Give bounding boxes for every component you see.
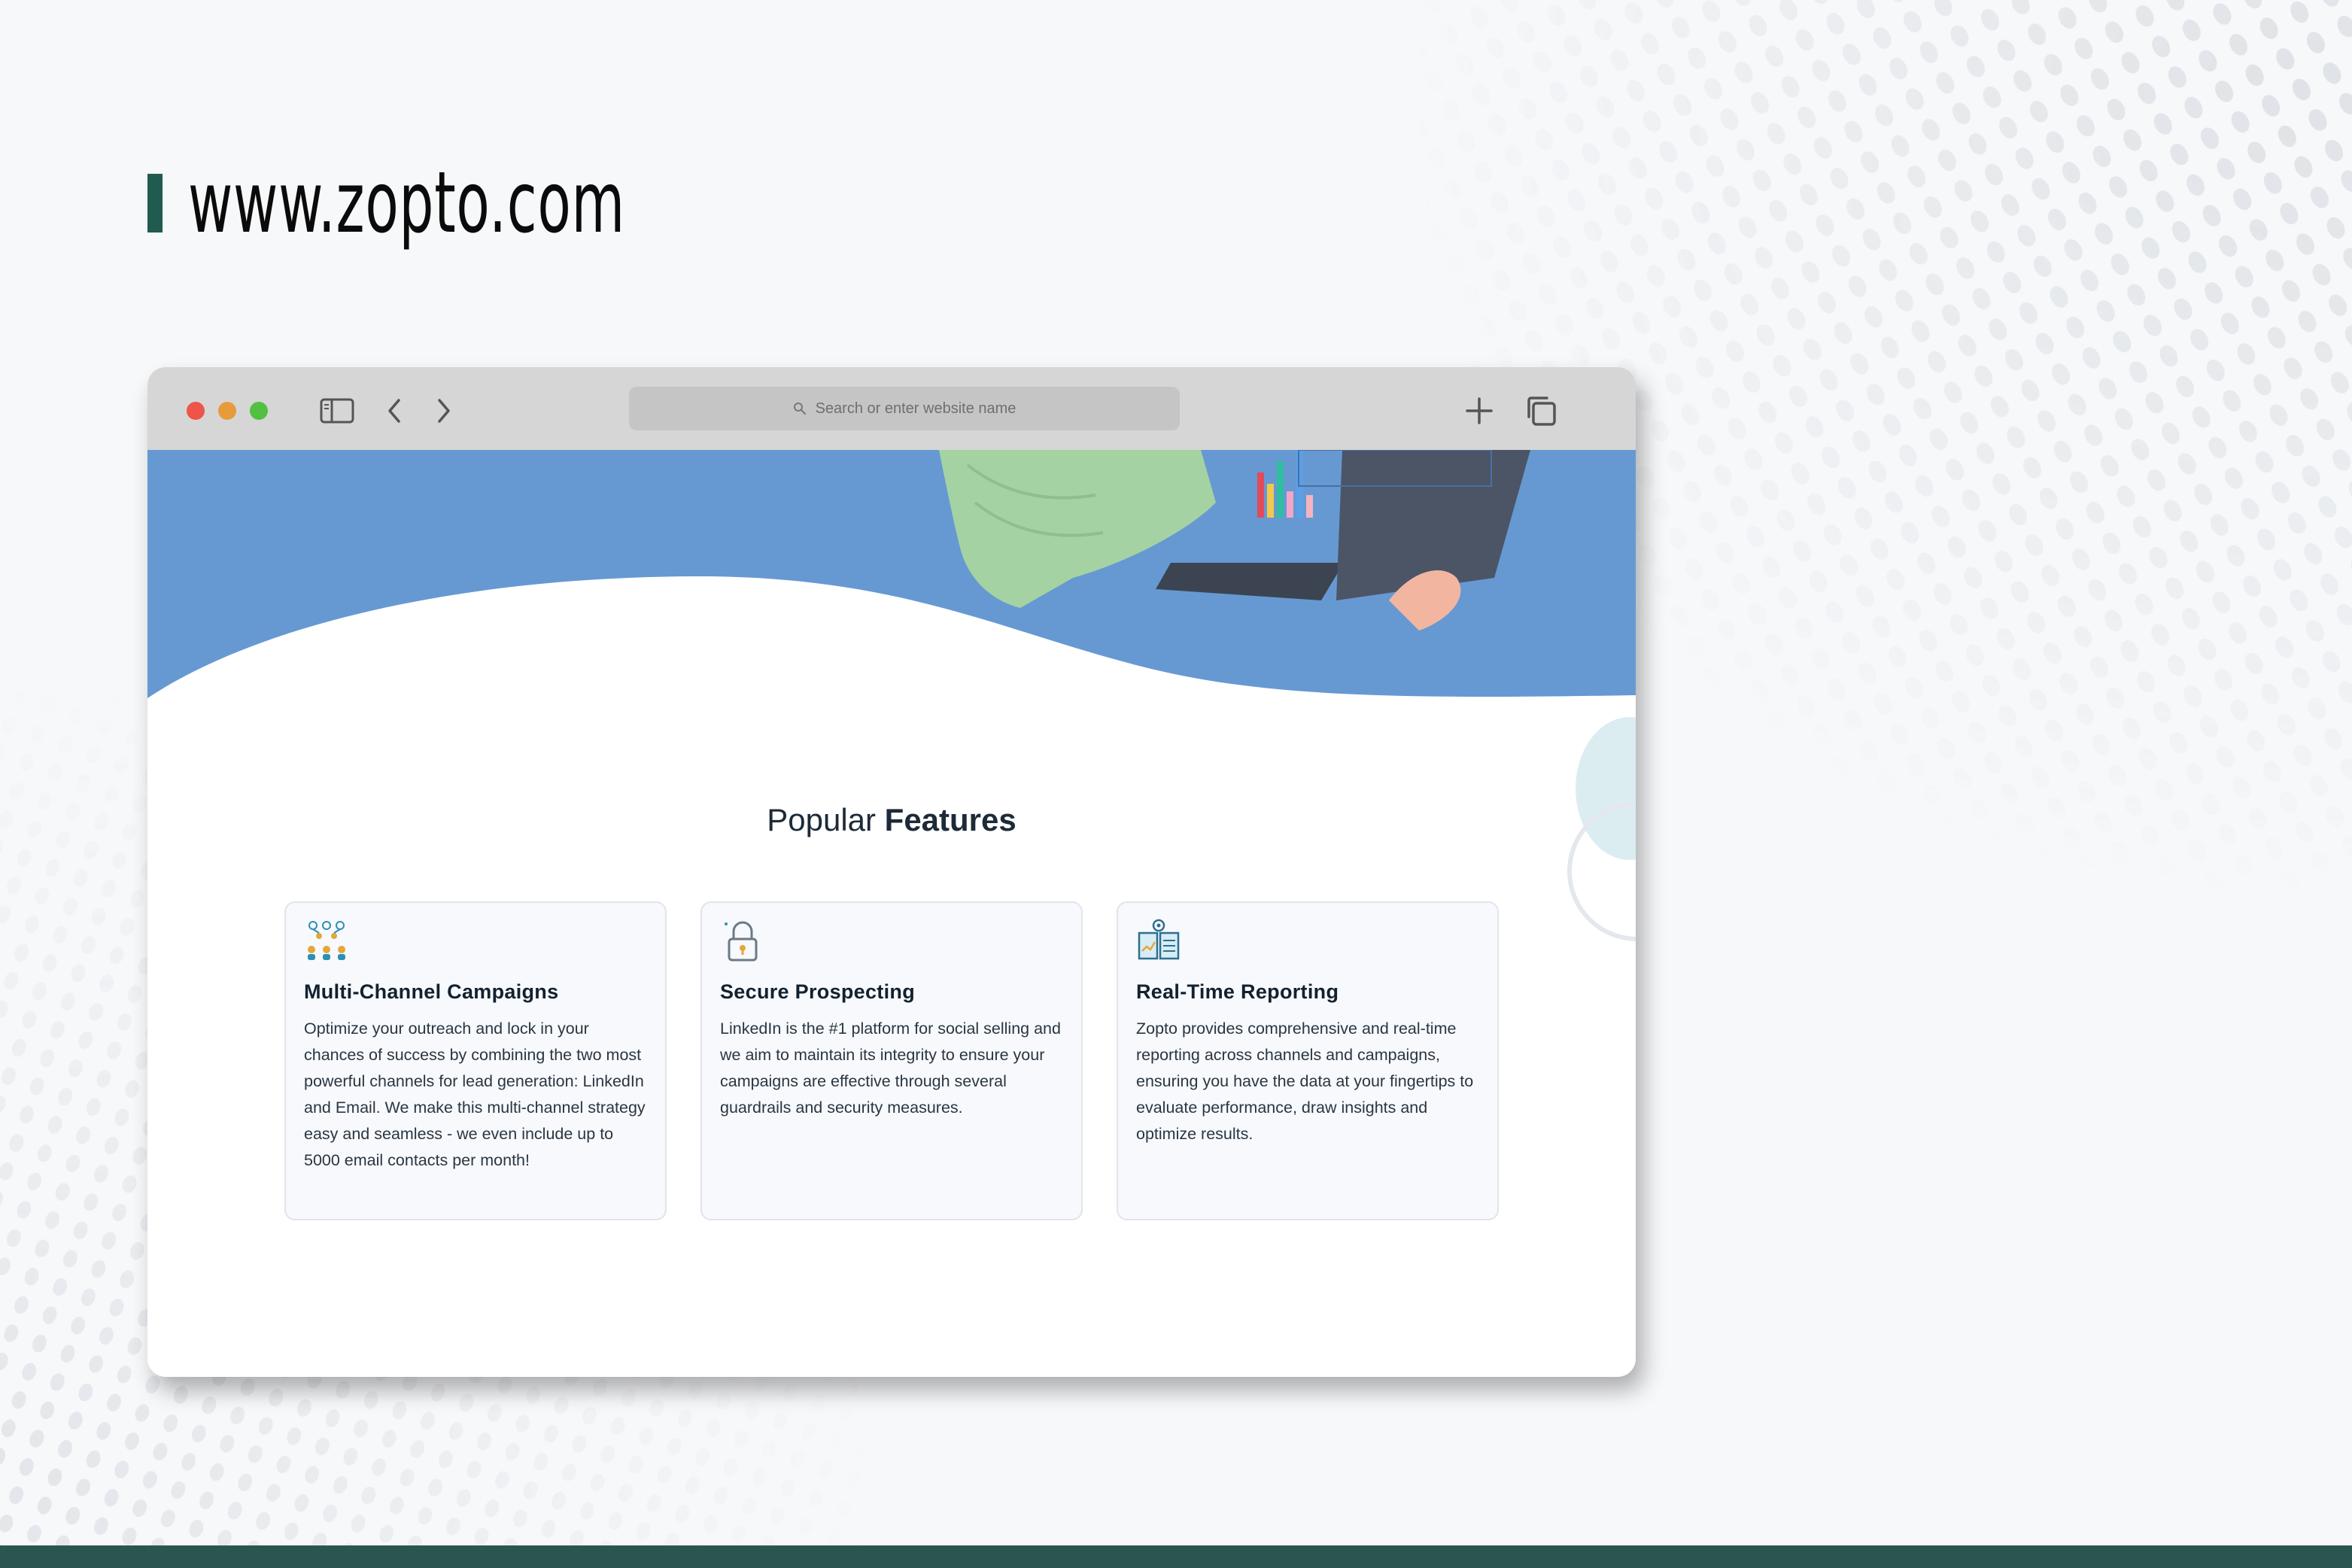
footer-band bbox=[0, 1545, 2352, 1568]
features-heading: Popular Features bbox=[147, 802, 1636, 838]
features-heading-light: Popular bbox=[767, 802, 876, 837]
new-tab-icon[interactable] bbox=[1457, 388, 1502, 433]
feature-card-title: Multi-Channel Campaigns bbox=[304, 980, 559, 1003]
feature-card-description: LinkedIn is the #1 platform for social s… bbox=[720, 1020, 1061, 1117]
feature-card-description: Optimize your outreach and lock in your … bbox=[304, 1020, 646, 1169]
site-header: www.zopto.com bbox=[147, 150, 795, 256]
feature-card-title: Secure Prospecting bbox=[720, 980, 915, 1003]
maximize-window-icon[interactable] bbox=[250, 402, 268, 420]
forward-arrow-icon[interactable] bbox=[421, 388, 466, 433]
feature-card-secure-prospecting[interactable]: Secure Prospecting LinkedIn is the #1 pl… bbox=[700, 901, 1083, 1220]
feature-card-description: Zopto provides comprehensive and real-ti… bbox=[1136, 1020, 1474, 1143]
search-icon bbox=[793, 403, 806, 415]
address-bar[interactable]: Search or enter website name bbox=[629, 387, 1180, 430]
network-people-icon bbox=[308, 921, 345, 960]
feature-card-multi-channel[interactable]: Multi-Channel Campaigns Optimize your ou… bbox=[284, 901, 667, 1220]
sidebar-toggle-icon[interactable] bbox=[315, 388, 360, 433]
hero-banner bbox=[147, 450, 1636, 706]
accent-bar bbox=[147, 174, 163, 232]
feature-card-real-time-reporting[interactable]: Real-Time Reporting Zopto provides compr… bbox=[1117, 901, 1499, 1220]
address-bar-placeholder: Search or enter website name bbox=[815, 400, 1016, 417]
padlock-icon bbox=[725, 921, 758, 962]
close-window-icon[interactable] bbox=[187, 402, 205, 420]
browser-toolbar: Search or enter website name bbox=[147, 367, 1636, 451]
tabs-overview-icon[interactable] bbox=[1518, 388, 1563, 433]
site-url: www.zopto.com bbox=[188, 154, 625, 252]
back-arrow-icon[interactable] bbox=[372, 388, 417, 433]
minimize-window-icon[interactable] bbox=[218, 402, 236, 420]
feature-card-title: Real-Time Reporting bbox=[1136, 980, 1339, 1003]
features-heading-bold: Features bbox=[884, 802, 1016, 837]
report-book-icon bbox=[1138, 919, 1180, 960]
browser-window: Search or enter website name Popular Fea… bbox=[147, 367, 1636, 1377]
